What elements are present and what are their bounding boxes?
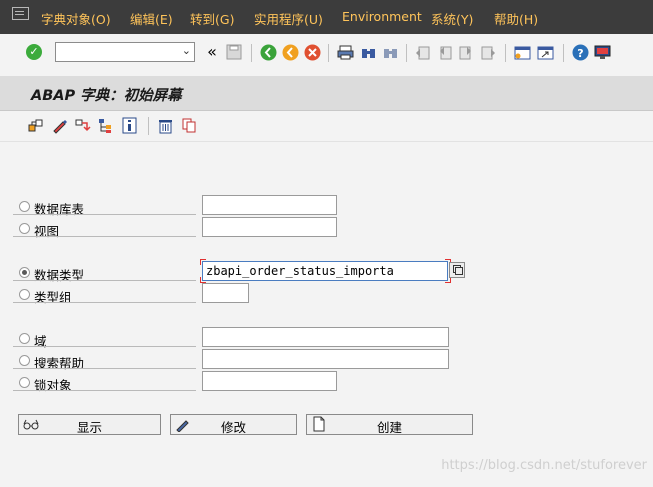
chevron-down-icon[interactable]: ⌄ xyxy=(182,44,191,57)
option-label: 搜索帮助 xyxy=(34,356,85,371)
where-used-icon[interactable] xyxy=(73,117,91,135)
required-marker xyxy=(200,259,206,265)
help-icon[interactable]: ? xyxy=(571,44,589,62)
toolbar-divider xyxy=(563,44,564,62)
menu-utilities[interactable]: 实用程序(U) xyxy=(254,9,323,28)
option-label: 域 xyxy=(34,334,47,349)
new-session-icon[interactable] xyxy=(513,44,531,62)
display-button[interactable]: 显示 xyxy=(18,414,161,435)
other-object-icon[interactable] xyxy=(26,117,44,135)
lock-object-input[interactable] xyxy=(202,371,337,391)
first-page-icon[interactable] xyxy=(413,44,431,62)
radio-button[interactable] xyxy=(19,289,30,300)
option-label: 视图 xyxy=(34,224,60,239)
find-icon[interactable] xyxy=(359,44,377,62)
print-icon[interactable] xyxy=(336,44,354,62)
window-menu-icon[interactable] xyxy=(12,7,29,20)
radio-button[interactable] xyxy=(19,377,30,388)
customize-layout-icon[interactable] xyxy=(593,44,611,62)
type-group-input[interactable] xyxy=(202,283,249,303)
radio-button[interactable] xyxy=(19,223,30,234)
domain-input[interactable] xyxy=(202,327,449,347)
menu-dictionary-object[interactable]: 字典对象(O) xyxy=(41,9,111,28)
radio-button[interactable] xyxy=(19,333,30,344)
change-button[interactable]: 修改 xyxy=(170,414,297,435)
menu-help[interactable]: 帮助(H) xyxy=(494,9,538,28)
radio-button-selected[interactable] xyxy=(19,267,30,278)
radio-button[interactable] xyxy=(19,201,30,212)
row-divider xyxy=(13,214,196,215)
radio-button[interactable] xyxy=(19,355,30,366)
change-button-label: 修改 xyxy=(220,420,246,435)
menu-edit[interactable]: 编辑(E) xyxy=(130,9,173,28)
database-table-input[interactable] xyxy=(202,195,337,215)
command-field[interactable]: ⌄ xyxy=(55,42,195,62)
menu-bar: 字典对象(O) 编辑(E) 转到(G) 实用程序(U) Environment … xyxy=(0,0,653,34)
info-icon[interactable] xyxy=(120,117,138,135)
create-button[interactable]: 创建 xyxy=(306,414,473,435)
exit-icon[interactable] xyxy=(281,44,299,62)
toolbar-divider xyxy=(505,44,506,62)
row-divider xyxy=(13,236,196,237)
toolbar-divider xyxy=(328,44,329,62)
delete-icon[interactable] xyxy=(156,117,174,135)
standard-toolbar: ✓ ⌄ « ? xyxy=(0,34,653,76)
cancel-icon[interactable] xyxy=(303,44,321,62)
row-divider xyxy=(13,346,196,347)
save-icon[interactable] xyxy=(225,44,243,62)
option-label: 类型组 xyxy=(34,290,72,305)
row-divider xyxy=(13,280,196,281)
menu-system[interactable]: 系统(Y) xyxy=(431,9,473,28)
prev-page-icon[interactable] xyxy=(435,44,453,62)
object-selection-area: 数据库表 视图 数据类型 zbapi_order_status_importa … xyxy=(0,141,653,487)
display-button-label: 显示 xyxy=(76,420,102,435)
shortcut-icon[interactable] xyxy=(536,44,554,62)
create-button-label: 创建 xyxy=(376,420,402,435)
option-label: 数据类型 xyxy=(34,268,85,283)
application-toolbar xyxy=(0,111,653,142)
hierarchy-icon[interactable] xyxy=(96,117,114,135)
screen-title-bar: ABAP 字典：初始屏幕 xyxy=(0,76,653,111)
back-icon[interactable] xyxy=(259,44,277,62)
row-divider xyxy=(13,368,196,369)
search-help-input[interactable] xyxy=(202,349,449,369)
toolbar-divider xyxy=(148,117,149,135)
back-glyph-icon[interactable]: « xyxy=(203,44,221,62)
change-icon[interactable] xyxy=(50,117,68,135)
menu-goto[interactable]: 转到(G) xyxy=(190,9,234,28)
copy-icon[interactable] xyxy=(180,117,198,135)
option-label: 锁对象 xyxy=(34,378,72,393)
option-label: 数据库表 xyxy=(34,202,85,217)
page-title: ABAP 字典：初始屏幕 xyxy=(31,88,182,104)
find-next-icon[interactable] xyxy=(381,44,399,62)
last-page-icon[interactable] xyxy=(479,44,497,62)
data-type-input[interactable]: zbapi_order_status_importa xyxy=(202,261,448,281)
value-help-button[interactable] xyxy=(449,262,465,278)
check-icon[interactable]: ✓ xyxy=(26,44,42,60)
svg-text:?: ? xyxy=(577,47,583,60)
next-page-icon[interactable] xyxy=(457,44,475,62)
view-input[interactable] xyxy=(202,217,337,237)
row-divider xyxy=(13,390,196,391)
watermark-text: https://blog.csdn.net/stuforever xyxy=(441,458,647,473)
menu-environment[interactable]: Environment xyxy=(342,9,422,24)
toolbar-divider xyxy=(251,44,252,62)
row-divider xyxy=(13,302,196,303)
toolbar-divider xyxy=(406,44,407,62)
